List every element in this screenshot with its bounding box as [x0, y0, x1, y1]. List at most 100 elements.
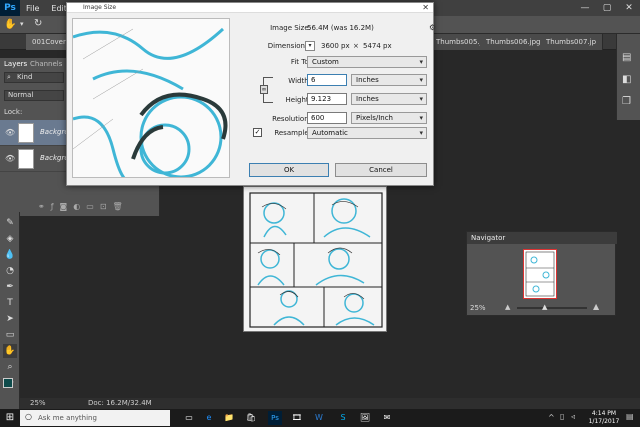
trash-icon[interactable]: 🗑 — [113, 202, 129, 211]
resolution-input[interactable]: 600 — [307, 112, 347, 124]
notifications-icon[interactable]: ▤ — [626, 412, 634, 421]
window-controls: — ▢ ✕ — [574, 0, 640, 16]
layer-filter[interactable]: ⌕ Kind — [4, 72, 64, 83]
zoom-out-icon[interactable]: ▲ — [505, 303, 510, 311]
tab-thumbs006[interactable]: Thumbs006.jpg — [480, 34, 548, 50]
panel-icon[interactable]: ▤ — [622, 52, 631, 63]
resample-label: Resample: — [274, 129, 311, 137]
navigator-thumbnail[interactable] — [523, 249, 557, 299]
navigator-preview — [525, 251, 555, 297]
tab-layers[interactable]: Layers — [4, 60, 27, 68]
fit-to-select[interactable]: Custom — [307, 56, 427, 68]
image-preview[interactable] — [72, 18, 230, 178]
document-canvas[interactable] — [243, 186, 387, 332]
search-icon: ⌕ — [7, 73, 11, 81]
layers-icon[interactable]: ❐ — [622, 96, 631, 107]
dimensions-unit-dropdown[interactable]: ▾ — [305, 41, 315, 51]
task-view-icon[interactable]: ▭ — [182, 411, 196, 425]
brush-icon[interactable]: ✎ — [3, 216, 17, 230]
type-icon[interactable]: T — [3, 296, 17, 310]
path-select-icon[interactable]: ➤ — [3, 312, 17, 326]
blend-mode-select[interactable]: Normal — [4, 90, 64, 101]
adjust-icon[interactable]: ◧ — [622, 74, 631, 85]
hand-icon[interactable]: ✋ — [3, 344, 17, 358]
clock-date: 1/17/2017 — [588, 418, 620, 425]
status-doc-size: Doc: 16.2M/32.4M — [88, 399, 152, 407]
store-icon[interactable]: 🛍 — [244, 411, 258, 425]
volume-icon[interactable]: ◃ — [571, 412, 575, 421]
skype-icon[interactable]: S — [336, 411, 350, 425]
zoom-slider-handle[interactable]: ▲ — [542, 303, 547, 311]
foreground-color[interactable] — [3, 378, 13, 388]
blur-icon[interactable]: 💧 — [3, 248, 17, 262]
chevron-down-icon[interactable]: ▾ — [20, 20, 24, 28]
search-icon: ○ — [25, 412, 32, 421]
resample-select[interactable]: Automatic — [307, 127, 427, 139]
dimensions-times: × — [353, 42, 359, 50]
zoom-icon[interactable]: ⌕ — [3, 360, 17, 374]
maximize-icon[interactable]: ▢ — [596, 0, 618, 16]
photos-icon[interactable]: 🖼 — [358, 411, 372, 425]
tab-thumbs007[interactable]: Thumbs007.jp — [540, 34, 604, 50]
right-panel-strip: ▤ ◧ ❐ — [616, 34, 640, 120]
navigator-zoom[interactable]: 25% — [470, 304, 486, 312]
width-label: Width: — [288, 77, 311, 85]
pen-icon[interactable]: ✒ — [3, 280, 17, 294]
resolution-unit-select[interactable]: Pixels/Inch — [351, 112, 427, 124]
dimensions-width: 3600 px — [321, 42, 350, 50]
taskbar-search[interactable]: Ask me anything — [20, 410, 170, 426]
close-icon[interactable]: ✕ — [422, 3, 429, 13]
image-size-dialog: Image Size ✕ Image Size: 56.4M (was 16.2… — [66, 2, 436, 186]
eye-icon[interactable]: 👁 — [5, 128, 15, 137]
image-size-value: 56.4M (was 16.2M) — [307, 24, 374, 32]
gear-icon[interactable]: ⚙ — [429, 23, 436, 32]
cancel-button[interactable]: Cancel — [335, 163, 427, 177]
zoom-slider[interactable] — [517, 307, 587, 309]
ok-button[interactable]: OK — [249, 163, 329, 177]
width-input[interactable]: 6 — [307, 74, 347, 86]
zoom-in-icon[interactable]: ▲ — [593, 302, 599, 311]
filter-kind: Kind — [17, 73, 33, 81]
fx-icon[interactable]: ƒ — [51, 202, 60, 211]
link-icon[interactable]: ⚭ — [38, 202, 51, 211]
fit-to-label: Fit To: — [290, 58, 311, 66]
link-icon[interactable]: ∞ — [260, 85, 268, 94]
tab-channels[interactable]: Channels — [30, 60, 62, 68]
dimensions-label: Dimensions: — [267, 42, 311, 50]
hand-tool-icon[interactable]: ✋ — [4, 19, 16, 30]
clock[interactable]: 4:14 PM 1/17/2017 — [584, 410, 624, 426]
height-unit-select[interactable]: Inches — [351, 93, 427, 105]
network-icon[interactable]: ▯ — [560, 412, 564, 421]
menu-file[interactable]: File — [20, 4, 45, 13]
dodge-icon[interactable]: ◔ — [3, 264, 17, 278]
mail-icon[interactable]: ✉ — [380, 411, 394, 425]
status-zoom[interactable]: 25% — [30, 399, 46, 407]
photoshop-icon[interactable]: Ps — [268, 411, 282, 425]
rotate-icon[interactable]: ↻ — [34, 18, 42, 29]
layer-actions: ⚭ƒ◙◐▭⊡🗑 — [38, 202, 129, 211]
dialog-title: Image Size — [67, 3, 433, 13]
windows-start-icon[interactable]: ⊞ — [0, 409, 20, 427]
status-bar: 25% Doc: 16.2M/32.4M — [20, 398, 640, 409]
eye-icon[interactable]: 👁 — [5, 154, 15, 163]
adjustment-icon[interactable]: ◐ — [73, 202, 86, 211]
minimize-icon[interactable]: — — [574, 0, 596, 16]
preview-artwork — [73, 27, 228, 177]
width-unit-select[interactable]: Inches — [351, 74, 427, 86]
tray-up-icon[interactable]: ^ — [548, 413, 555, 422]
file-explorer-icon[interactable]: 📁 — [222, 411, 236, 425]
media-icon[interactable]: 🎞 — [290, 411, 304, 425]
fill-icon[interactable]: ◈ — [3, 232, 17, 246]
layer-thumbnail — [18, 123, 34, 143]
photoshop-logo: Ps — [0, 0, 20, 16]
rectangle-icon[interactable]: ▭ — [3, 328, 17, 342]
close-icon[interactable]: ✕ — [618, 0, 640, 16]
group-icon[interactable]: ▭ — [86, 202, 100, 211]
layer-thumbnail — [18, 149, 34, 169]
mask-icon[interactable]: ◙ — [60, 202, 74, 211]
new-layer-icon[interactable]: ⊡ — [100, 202, 113, 211]
height-input[interactable]: 9.123 — [307, 93, 347, 105]
edge-icon[interactable]: e — [202, 411, 216, 425]
word-icon[interactable]: W — [312, 411, 326, 425]
lock-label: Lock: — [4, 108, 23, 116]
